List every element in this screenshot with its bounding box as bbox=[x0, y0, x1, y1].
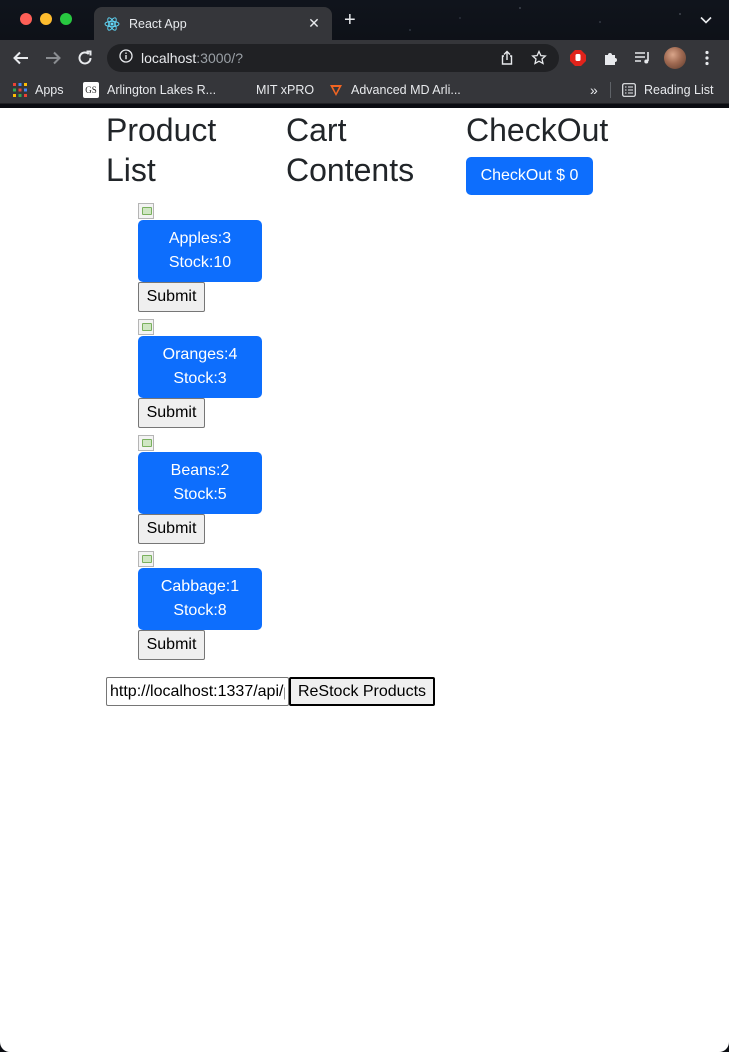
chevron-down-icon[interactable] bbox=[699, 13, 713, 27]
tab-strip: React App ✕ + bbox=[0, 0, 729, 40]
broken-image-icon bbox=[138, 551, 154, 567]
close-window-button[interactable] bbox=[20, 13, 32, 25]
bookmark-label: Arlington Lakes R... bbox=[107, 83, 217, 97]
bookmark-label: Apps bbox=[35, 83, 64, 97]
checkout-heading: CheckOut bbox=[466, 112, 609, 148]
product-name: Apples:3 bbox=[168, 230, 232, 247]
product-stock: Stock:5 bbox=[173, 486, 227, 503]
reading-list-icon bbox=[622, 83, 636, 97]
forward-arrow-icon[interactable] bbox=[43, 48, 63, 68]
bookmarks-bar: Apps GS Arlington Lakes R... MIT xPRO Ad… bbox=[0, 76, 729, 104]
minimize-window-button[interactable] bbox=[40, 13, 52, 25]
bookmarks-divider bbox=[610, 82, 611, 98]
checkout-button[interactable]: CheckOut $ 0 bbox=[466, 157, 593, 195]
product-button-apples[interactable]: Apples:3 Stock:10 bbox=[138, 220, 262, 282]
restock-products-button[interactable]: ReStock Products bbox=[289, 677, 435, 706]
puzzle-extensions-icon[interactable] bbox=[602, 49, 620, 67]
product-stock: Stock:3 bbox=[173, 370, 227, 387]
broken-image-icon bbox=[138, 435, 154, 451]
share-icon[interactable] bbox=[499, 50, 515, 66]
submit-button[interactable]: Submit bbox=[138, 630, 205, 660]
bookmark-label: Reading List bbox=[644, 83, 714, 97]
product-button-beans[interactable]: Beans:2 Stock:5 bbox=[138, 452, 262, 514]
address-bar[interactable]: localhost:3000/? bbox=[107, 44, 559, 72]
react-logo-icon bbox=[104, 16, 120, 32]
bookmark-apps[interactable]: Apps bbox=[13, 81, 64, 99]
stop-hand-extension-icon[interactable] bbox=[569, 49, 587, 67]
url-path: :3000/? bbox=[196, 50, 243, 66]
bookmark-arlington-lakes[interactable]: GS Arlington Lakes R... bbox=[83, 81, 216, 99]
product-button-oranges[interactable]: Oranges:4 Stock:3 bbox=[138, 336, 262, 398]
bookmark-label: Advanced MD Arli... bbox=[351, 83, 461, 97]
maximize-window-button[interactable] bbox=[60, 13, 72, 25]
product-name: Oranges:4 bbox=[162, 346, 238, 363]
product-stock: Stock:10 bbox=[168, 254, 232, 271]
bookmark-advanced-md[interactable]: Advanced MD Arli... bbox=[329, 81, 461, 99]
product-name: Beans:2 bbox=[170, 462, 230, 479]
submit-button[interactable]: Submit bbox=[138, 282, 205, 312]
browser-toolbar: localhost:3000/? bbox=[0, 40, 729, 76]
product-name: Cabbage:1 bbox=[160, 578, 240, 595]
broken-image-icon bbox=[138, 319, 154, 335]
advancedmd-favicon-icon bbox=[329, 83, 343, 97]
bookmark-mit-xpro[interactable]: MIT xPRO bbox=[256, 81, 314, 99]
apps-grid-icon bbox=[13, 83, 27, 97]
product-button-cabbage[interactable]: Cabbage:1 Stock:8 bbox=[138, 568, 262, 630]
cart-contents-heading: Cart Contents bbox=[286, 112, 415, 188]
product-stock: Stock:8 bbox=[173, 602, 227, 619]
url-host: localhost bbox=[141, 50, 197, 66]
kebab-menu-icon[interactable] bbox=[698, 49, 716, 67]
reload-icon[interactable] bbox=[75, 48, 95, 68]
broken-image-icon bbox=[138, 203, 154, 219]
product-list-heading: Product List bbox=[106, 112, 217, 188]
reading-list-button[interactable]: Reading List bbox=[622, 81, 714, 99]
site-info-icon[interactable] bbox=[119, 48, 133, 68]
browser-chrome: React App ✕ + localhost:3000/? Apps GS … bbox=[0, 0, 729, 108]
gs-favicon-icon: GS bbox=[83, 82, 99, 98]
page-viewport: Product List Cart Contents CheckOut Chec… bbox=[0, 108, 729, 1052]
bookmark-star-icon[interactable] bbox=[531, 49, 547, 66]
profile-avatar[interactable] bbox=[664, 47, 686, 69]
bookmark-label: MIT xPRO bbox=[256, 83, 315, 97]
tab-react-app[interactable]: React App ✕ bbox=[94, 7, 332, 40]
bookmarks-overflow-button[interactable]: » bbox=[590, 81, 598, 99]
back-arrow-icon[interactable] bbox=[11, 48, 31, 68]
submit-button[interactable]: Submit bbox=[138, 398, 205, 428]
media-playlist-icon[interactable] bbox=[634, 49, 652, 67]
restock-url-input[interactable] bbox=[106, 677, 289, 706]
submit-button[interactable]: Submit bbox=[138, 514, 205, 544]
new-tab-icon[interactable]: + bbox=[344, 10, 356, 30]
close-tab-icon[interactable]: ✕ bbox=[306, 15, 322, 32]
tab-title: React App bbox=[129, 16, 187, 31]
